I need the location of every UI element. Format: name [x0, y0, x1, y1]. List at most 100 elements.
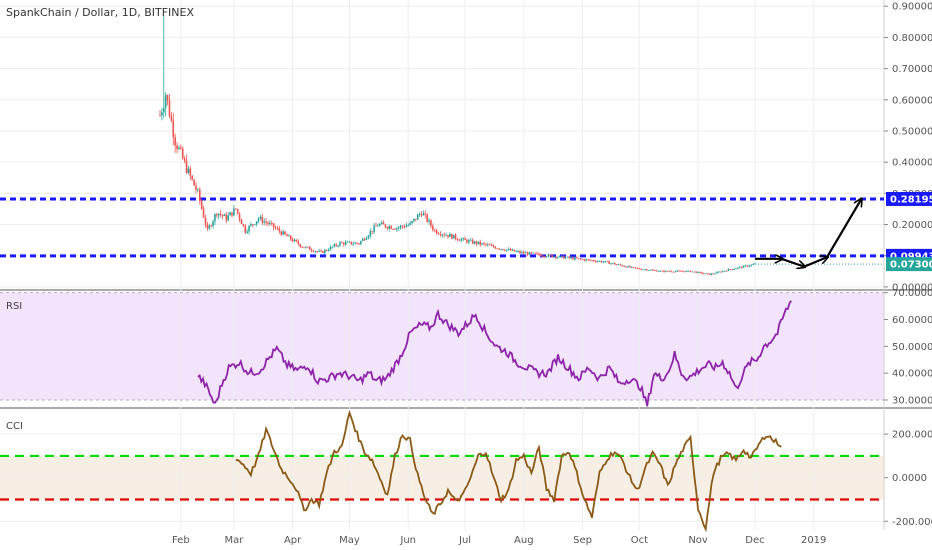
- candle-body: [452, 234, 455, 239]
- price-tick-label: 0.80000: [892, 33, 932, 44]
- rsi-tick-label: 70.0000: [892, 288, 932, 299]
- candle-body: [718, 271, 720, 273]
- candle-body: [570, 257, 572, 259]
- candle-body: [653, 270, 656, 271]
- candle-body: [265, 221, 267, 223]
- projection-arrow: [781, 257, 804, 267]
- candle-body: [666, 270, 669, 272]
- candle-body: [725, 270, 728, 272]
- candle-body: [246, 231, 248, 233]
- candle-body: [297, 241, 300, 245]
- candle-body: [170, 116, 173, 121]
- candle-body: [670, 271, 673, 273]
- price-tick-label: 0.90000: [892, 2, 932, 13]
- candle-body: [750, 264, 752, 266]
- candle-body: [286, 234, 288, 237]
- candle-body: [185, 160, 188, 173]
- candle-body: [740, 266, 743, 268]
- candle-body: [416, 214, 419, 220]
- candle-body: [320, 250, 322, 252]
- candle-body: [479, 241, 482, 245]
- candle-body: [433, 229, 436, 231]
- candle-body: [375, 225, 377, 227]
- candle-body: [168, 100, 171, 117]
- candle-body: [316, 251, 319, 253]
- candle-body: [712, 273, 715, 275]
- candle-body: [522, 252, 525, 254]
- candle-body: [742, 265, 745, 268]
- candle-body: [181, 148, 184, 159]
- candle-body: [352, 243, 355, 245]
- candle-body: [221, 214, 224, 216]
- candle-body: [490, 245, 493, 247]
- candle-body: [604, 260, 607, 262]
- candle-body: [648, 270, 650, 272]
- candle-body: [636, 268, 639, 269]
- candle-body: [608, 261, 610, 264]
- candle-body: [574, 257, 576, 260]
- candle-body: [702, 273, 705, 275]
- candle-body: [659, 270, 662, 272]
- candle-body: [350, 241, 353, 245]
- candle-body: [214, 214, 216, 222]
- candle-body: [324, 249, 326, 253]
- candle-body: [642, 269, 644, 271]
- candle-body: [420, 214, 423, 216]
- candle-body: [646, 269, 648, 271]
- candle-body: [369, 231, 372, 236]
- candle-body: [176, 145, 178, 149]
- candle-body: [684, 271, 686, 273]
- candle-body: [312, 250, 315, 252]
- x-tick-label: Oct: [631, 535, 648, 546]
- candle-body: [640, 269, 643, 270]
- candle-body: [225, 214, 228, 221]
- candle-body: [680, 270, 682, 272]
- candle-body: [486, 244, 489, 246]
- candle-body: [498, 248, 500, 250]
- x-tick-label: Feb: [172, 535, 190, 546]
- candle-body: [261, 216, 264, 223]
- candle-body: [305, 246, 307, 248]
- candle-body: [422, 213, 425, 216]
- candle-body: [299, 244, 302, 247]
- projection-arrow: [826, 200, 861, 258]
- candle-body: [197, 189, 199, 191]
- candle-body: [477, 241, 480, 245]
- candle-body: [204, 217, 207, 225]
- candle-body: [532, 252, 535, 254]
- candle-body: [723, 270, 726, 272]
- candle-body: [464, 238, 466, 240]
- candle-body: [437, 233, 440, 235]
- candle-body: [272, 223, 275, 228]
- candle-body: [524, 252, 527, 254]
- candle-body: [541, 256, 544, 257]
- candle-body: [695, 271, 698, 273]
- candle-body: [526, 252, 529, 255]
- candle-body: [708, 273, 711, 275]
- candle-body: [536, 253, 538, 255]
- pane-backgrounds: [0, 292, 884, 500]
- candle-body: [687, 270, 690, 272]
- candle-body: [331, 246, 334, 248]
- candle-body: [161, 112, 163, 116]
- candle-body: [530, 252, 533, 253]
- candle-body: [534, 252, 536, 254]
- candle-body: [193, 179, 195, 186]
- candle-body: [189, 168, 192, 176]
- candle-body: [623, 266, 626, 267]
- candle-body: [231, 212, 233, 216]
- cci-tick-label: 200.0000: [892, 430, 932, 441]
- candle-body: [303, 247, 305, 249]
- candle-body: [710, 273, 713, 275]
- x-tick-label: Nov: [688, 535, 708, 546]
- candle-body: [629, 266, 631, 268]
- candle-body: [737, 267, 739, 269]
- candle-body: [291, 239, 294, 242]
- candle-body: [661, 270, 663, 272]
- candle-body: [454, 234, 457, 239]
- candle-body: [191, 175, 194, 180]
- candle-body: [346, 241, 349, 243]
- price-tick-label: 0.50000: [892, 126, 932, 137]
- candle-body: [460, 239, 463, 241]
- candle-body: [540, 254, 542, 257]
